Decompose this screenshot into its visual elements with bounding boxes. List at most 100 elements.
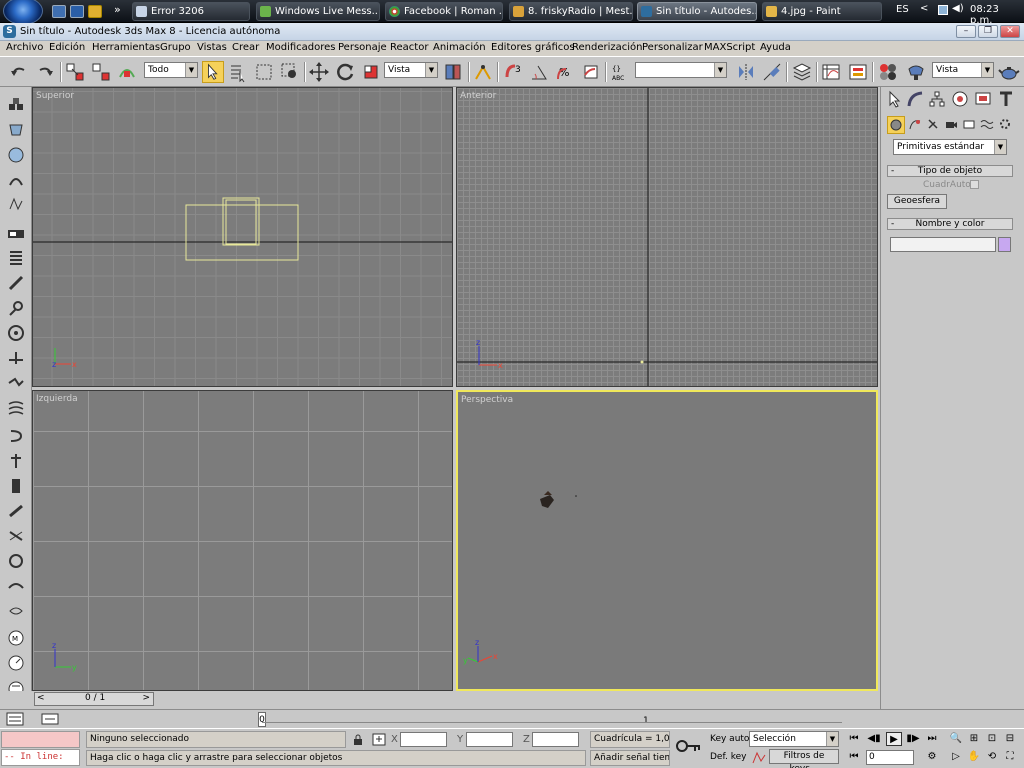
viewport-top[interactable]: Superior x z (32, 87, 453, 387)
create-tab-icon[interactable] (885, 90, 903, 108)
go-to-start-icon[interactable]: ⏮ (846, 732, 862, 746)
select-by-name-icon[interactable] (227, 61, 249, 83)
utilities-tab-icon[interactable] (997, 90, 1015, 108)
taskbar-item-messenger[interactable]: Windows Live Mess... (256, 2, 380, 21)
viewport-left[interactable]: Izquierda y z (32, 390, 453, 691)
motor-icon[interactable] (6, 298, 26, 318)
mirror-icon[interactable] (735, 61, 757, 83)
align-icon[interactable] (761, 61, 783, 83)
minimize-button[interactable]: – (956, 25, 976, 38)
object-color-swatch[interactable] (998, 237, 1011, 252)
selection-filter-dropdown[interactable]: Todo ▼ (144, 62, 198, 78)
x-coord-input[interactable] (400, 732, 447, 747)
spring-icon[interactable] (6, 248, 26, 268)
absolute-transform-icon[interactable] (372, 733, 386, 746)
fracture-icon[interactable] (6, 373, 26, 393)
soft-body-collection-icon[interactable] (6, 145, 26, 165)
select-and-manipulate-icon[interactable] (472, 61, 494, 83)
menu-edicion[interactable]: Edición (49, 42, 85, 53)
select-and-move-icon[interactable] (308, 61, 330, 83)
select-and-rotate-icon[interactable] (334, 61, 356, 83)
lights-category-icon[interactable] (926, 117, 940, 131)
volume-icon[interactable]: ◀) (952, 3, 964, 14)
wire-box-object[interactable] (185, 204, 299, 261)
add-time-tag-button[interactable]: Añadir señal tiempo (590, 750, 670, 766)
menu-vistas[interactable]: Vistas (197, 42, 227, 53)
previous-frame-icon[interactable]: ◀▮ (866, 732, 882, 746)
scene-object[interactable] (540, 491, 554, 508)
time-configuration-icon[interactable]: ⚙ (924, 750, 940, 764)
taskbar-item-error[interactable]: Error 3206 (132, 2, 250, 21)
shapes-category-icon[interactable] (908, 117, 922, 131)
viewport-perspective[interactable]: Perspectiva x y z (456, 390, 878, 691)
zoom-all-icon[interactable]: ⊞ (966, 732, 982, 746)
rollout-name-color-header[interactable]: - Nombre y color (887, 218, 1013, 230)
maximize-viewport-icon[interactable]: ⛶ (1002, 750, 1018, 764)
bind-to-space-warp-icon[interactable] (116, 61, 138, 83)
lock-icon[interactable] (352, 733, 364, 746)
zoom-icon[interactable]: 🔍 (948, 732, 964, 746)
menu-reactor[interactable]: Reactor (390, 42, 428, 53)
select-and-link-icon[interactable] (64, 61, 86, 83)
geosphere-button[interactable]: Geoesfera (887, 194, 947, 209)
taskbar-item-friskyradio[interactable]: 8. friskyRadio | Mest... (509, 2, 633, 21)
rollout-object-type-header[interactable]: - Tipo de objeto (887, 165, 1013, 177)
go-to-end-icon[interactable]: ⏭ (924, 732, 940, 746)
menu-grupo[interactable]: Grupo (160, 42, 191, 53)
use-pivot-point-center-icon[interactable] (442, 61, 464, 83)
taskbar-item-paint[interactable]: 4.jpg - Paint (762, 2, 882, 21)
hinge-constraint-icon[interactable] (6, 476, 26, 496)
arc-rotate-icon[interactable]: ⟲ (984, 750, 1000, 764)
object-point[interactable] (640, 360, 644, 364)
select-object-icon[interactable] (202, 61, 224, 83)
redo-icon[interactable] (34, 61, 56, 83)
analyze-world-icon[interactable] (6, 601, 26, 621)
key-icon[interactable] (676, 737, 702, 755)
menu-personaje[interactable]: Personaje (338, 42, 387, 53)
time-slider[interactable]: < 0 / 1 > (34, 692, 154, 706)
display-tab-icon[interactable] (974, 90, 992, 108)
convexity-test-icon[interactable]: M (6, 628, 26, 648)
set-key-button[interactable]: Def. key (710, 752, 746, 762)
modify-tab-icon[interactable] (906, 90, 924, 108)
rectangular-selection-icon[interactable] (253, 61, 275, 83)
menu-ayuda[interactable]: Ayuda (760, 42, 791, 53)
play-icon[interactable]: ▶ (886, 732, 902, 746)
y-coord-input[interactable] (466, 732, 513, 747)
layer-manager-icon[interactable] (791, 61, 813, 83)
curve-editor-icon[interactable] (820, 61, 842, 83)
quick-render-teapot-icon[interactable] (998, 61, 1020, 83)
plane-icon[interactable] (6, 224, 26, 244)
network-icon[interactable] (938, 5, 948, 15)
angle-snap-toggle-icon[interactable] (528, 61, 550, 83)
close-button[interactable]: ✕ (1000, 25, 1020, 38)
render-scene-dialog-icon[interactable] (905, 61, 927, 83)
geometry-category-button[interactable] (887, 116, 905, 134)
helpers-category-icon[interactable] (962, 117, 976, 131)
rope-collection-icon[interactable] (6, 170, 26, 190)
preview-animation-icon[interactable] (6, 653, 26, 673)
deforming-mesh-collection-icon[interactable] (6, 195, 26, 215)
reference-coordinate-system-dropdown[interactable]: Vista ▼ (384, 62, 438, 78)
key-mode-toggle-icon[interactable]: ⏮ (846, 750, 862, 764)
time-slider-next-icon[interactable]: > (142, 693, 150, 703)
edit-named-selection-icon[interactable]: {} ABC (610, 61, 632, 83)
point-path-constraint-icon[interactable] (6, 576, 26, 596)
zoom-extents-all-icon[interactable]: ⊟ (1002, 732, 1018, 746)
field-of-view-icon[interactable]: ▷ (948, 750, 964, 764)
track-bar[interactable]: 0 1 (0, 709, 1024, 728)
cloth-collection-icon[interactable] (6, 120, 26, 140)
current-frame-input[interactable]: 0 (866, 750, 914, 765)
autogrid-checkbox[interactable] (970, 180, 979, 189)
prismatic-constraint-icon[interactable] (6, 526, 26, 546)
viewport-front[interactable]: Anterior x z (456, 87, 878, 387)
maxscript-listener-input[interactable] (1, 731, 80, 748)
track-bar-toggle-icon[interactable] (40, 712, 60, 726)
menu-modificadores[interactable]: Modificadores (266, 42, 336, 53)
show-desktop-icon[interactable] (52, 5, 66, 18)
wind-icon[interactable] (6, 323, 26, 343)
key-mode-dropdown[interactable]: Selección ▼ (749, 731, 839, 747)
systems-category-icon[interactable] (998, 117, 1012, 131)
key-filters-button[interactable]: Filtros de keys... (769, 749, 839, 768)
tray-expand-icon[interactable]: < (920, 3, 928, 14)
